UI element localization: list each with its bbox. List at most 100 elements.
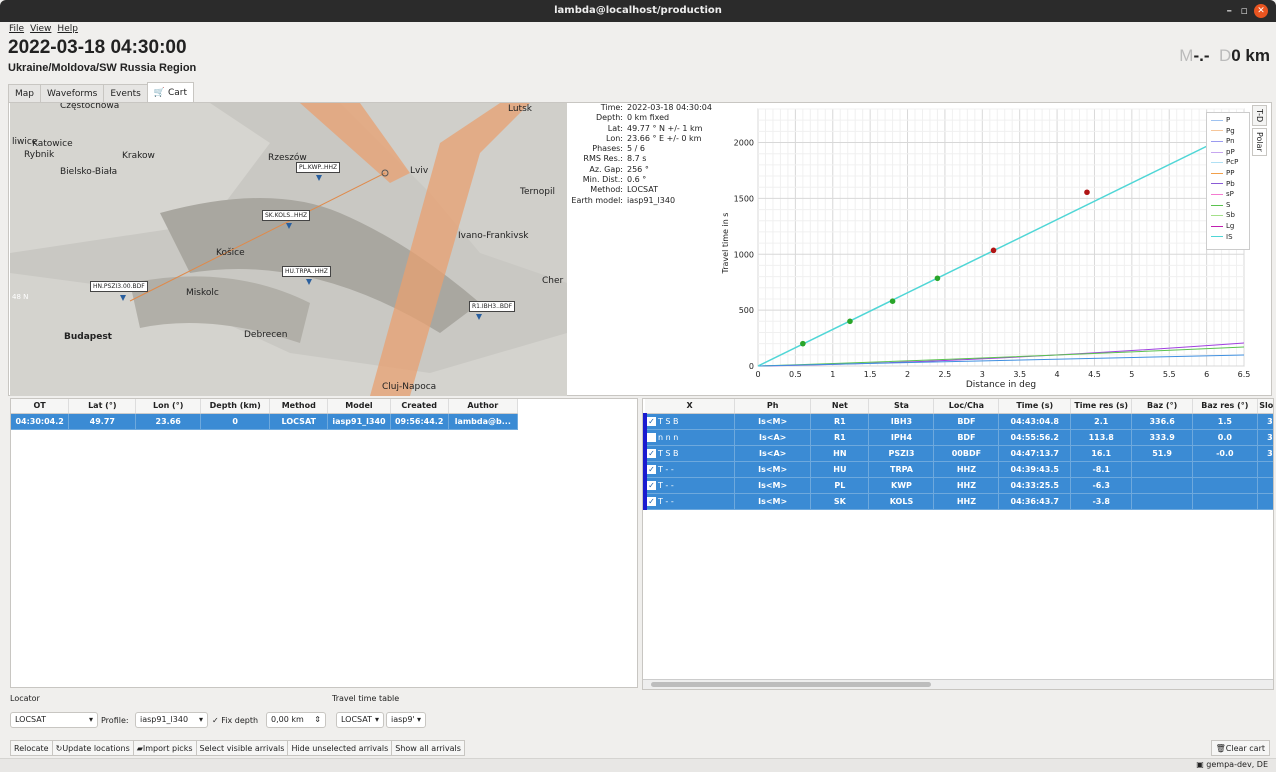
ttt-method-select[interactable]: LOCSAT ▾ <box>336 712 384 728</box>
table-cell: TRPA <box>868 461 935 478</box>
x-tick-label: 4.5 <box>1088 370 1101 379</box>
show-all-arrivals-button[interactable]: Show all arrivals <box>391 740 465 756</box>
arrival-row[interactable]: ✓ T S B Is<A> HN PSZI3 00BDF 04:47:13.7 16.1 51.… <box>643 445 1273 462</box>
tab-td[interactable]: T-D <box>1252 105 1267 127</box>
ttt-model-select[interactable]: iasp9' ▾ <box>386 712 426 728</box>
tab-cart[interactable]: 🛒 Cart <box>146 82 194 102</box>
scrollbar-thumb[interactable] <box>651 682 931 687</box>
arrival-select-cell[interactable]: ✓ T S B <box>643 445 736 462</box>
origin-row[interactable]: 04:30:04.2 49.77 23.66 0 LOCSAT iasp91_l340 09… <box>11 413 519 430</box>
station-triangle[interactable] <box>286 223 292 229</box>
stepper-icon[interactable]: ⇕ <box>314 713 321 727</box>
pick-point[interactable] <box>800 340 806 347</box>
table-cell: Is<M> <box>734 493 812 510</box>
origin-info-value: 5 / 6 <box>627 144 645 154</box>
column-header[interactable]: Net <box>810 399 870 414</box>
pick-point[interactable] <box>889 298 896 304</box>
event-time: 2022-03-18 04:30:00 <box>8 37 187 58</box>
station-label[interactable]: HU.TRPA..HHZ <box>282 266 331 277</box>
table-cell: SK <box>810 493 870 510</box>
arrival-row[interactable]: ✓n n nIs<A>R1IPH4BDF04:55:56.2113.8333.9… <box>643 429 1273 446</box>
legend-label: Pg <box>1226 126 1235 135</box>
arrival-checkbox[interactable]: ✓ <box>647 416 656 426</box>
column-header[interactable]: Ph <box>734 399 812 414</box>
locator-method-select[interactable]: LOCSAT ▾ <box>10 712 98 728</box>
station-triangle[interactable] <box>476 314 482 320</box>
arrival-row[interactable]: ✓ T S B Is<M> R1 IBH3 BDF 04:43:04.8 2.1 336.6 1.… <box>643 413 1273 430</box>
column-header[interactable]: Sta <box>868 399 935 414</box>
column-header[interactable]: Method <box>269 399 329 414</box>
clear-cart-button[interactable]: 🗑Clear cart <box>1210 740 1270 756</box>
arrival-select-cell[interactable]: ✓n n n <box>643 429 736 446</box>
hide-unselected-arrivals-button[interactable]: Hide unselected arrivals <box>287 740 393 756</box>
arrival-checkbox[interactable]: ✓ <box>647 432 656 442</box>
station-label[interactable]: PL.KWP..HHZ <box>296 162 341 173</box>
column-header[interactable]: Time (s) <box>998 399 1072 414</box>
column-header[interactable]: Loc/Cha <box>933 399 1000 414</box>
menu-file[interactable]: File <box>9 22 24 36</box>
fix-depth-checkbox[interactable]: ✓ Fix depth <box>212 716 258 725</box>
pick-point[interactable] <box>1084 189 1090 196</box>
column-header[interactable]: Lat (°) <box>68 399 137 414</box>
station-label[interactable]: HN.PSZI3.00.BDF <box>90 281 148 292</box>
column-header[interactable]: OT <box>11 399 70 414</box>
fix-depth-spinbox[interactable]: 0,00 km ⇕ <box>266 712 326 728</box>
station-triangle[interactable] <box>306 279 312 285</box>
import-picks-button[interactable]: ▰Import picks <box>132 740 197 756</box>
map-view[interactable]: Częstochowa Katowice liwice Rybnik Krako… <box>10 103 567 396</box>
column-header[interactable]: X <box>645 399 736 414</box>
travel-time-plot[interactable]: 0 0.5 1 1.5 2 2.5 3 3.5 4 4.5 5 5.5 6 6.5 0 500 1000 150… <box>716 103 1269 396</box>
arrival-checkbox[interactable]: ✓ <box>647 480 656 490</box>
table-cell: HN <box>810 445 870 462</box>
station-label[interactable]: R1.IBH3..BDF <box>469 301 516 312</box>
pick-point[interactable] <box>934 275 941 282</box>
menu-help[interactable]: Help <box>57 22 78 36</box>
arrival-checkbox[interactable]: ✓ <box>647 496 656 506</box>
pick-point[interactable] <box>847 318 853 325</box>
station-triangle[interactable] <box>316 175 322 181</box>
arrival-checkbox[interactable]: ✓ <box>647 464 656 474</box>
relocate-button[interactable]: Relocate <box>10 740 53 756</box>
tab-map[interactable]: Map <box>8 84 41 102</box>
arrival-flags: n n n <box>658 432 679 442</box>
arrival-select-cell[interactable]: ✓ T - - <box>643 477 736 494</box>
column-header[interactable]: Baz (°) <box>1131 399 1193 414</box>
station-label[interactable]: SK.KOLS..HHZ <box>262 210 311 221</box>
x-tick-label: 4 <box>1055 370 1060 379</box>
arrival-select-cell[interactable]: ✓ T - - <box>643 461 736 478</box>
update-locations-button[interactable]: ↻Update locations <box>51 740 134 756</box>
tab-polar[interactable]: Polar <box>1252 128 1267 157</box>
arrival-select-cell[interactable]: ✓ T - - <box>643 493 736 510</box>
column-header[interactable]: Author <box>448 399 519 414</box>
maximize-icon[interactable]: ▫ <box>1241 4 1248 18</box>
arrival-select-cell[interactable]: ✓ T S B <box>643 413 736 430</box>
column-header[interactable]: Baz res (°) <box>1192 399 1258 414</box>
column-header[interactable]: Model <box>327 399 391 414</box>
y-tick-label: 1500 <box>734 194 754 203</box>
select-visible-arrivals-button[interactable]: Select visible arrivals <box>195 740 289 756</box>
column-header[interactable]: Created <box>390 399 449 414</box>
column-header[interactable]: Time res (s) <box>1070 399 1133 414</box>
origin-info-row: RMS Res.: 8.7 s <box>567 154 715 164</box>
arrival-row[interactable]: ✓ T - - Is<M> SK KOLS HHZ 04:36:43.7 -3.8 <box>643 493 1273 510</box>
tab-waveforms[interactable]: Waveforms <box>40 84 105 102</box>
pick-point[interactable] <box>990 247 997 254</box>
tab-events[interactable]: Events <box>103 84 148 102</box>
column-header[interactable]: Depth (km) <box>200 399 271 414</box>
locator-method-value: LOCSAT <box>15 715 47 724</box>
column-header[interactable]: Lon (°) <box>135 399 202 414</box>
arrival-checkbox[interactable]: ✓ <box>647 448 656 458</box>
column-header[interactable]: Slow <box>1257 399 1273 414</box>
close-icon[interactable]: ✕ <box>1254 4 1268 18</box>
profile-select[interactable]: iasp91_l340 ▾ <box>135 712 208 728</box>
table-cell: 3 <box>1257 429 1273 446</box>
legend-swatch <box>1211 162 1223 164</box>
horizontal-scrollbar[interactable] <box>643 679 1273 689</box>
menu-view[interactable]: View <box>30 22 51 36</box>
arrival-row[interactable]: ✓ T - - Is<M> HU TRPA HHZ 04:39:43.5 -8.1 <box>643 461 1273 478</box>
legend-item: Pb <box>1211 179 1249 190</box>
x-tick-label: 6 <box>1204 370 1209 379</box>
minimize-icon[interactable]: – <box>1227 4 1233 18</box>
arrival-row[interactable]: ✓ T - - Is<M> PL KWP HHZ 04:33:25.5 -6.3 <box>643 477 1273 494</box>
station-triangle[interactable] <box>120 295 126 301</box>
